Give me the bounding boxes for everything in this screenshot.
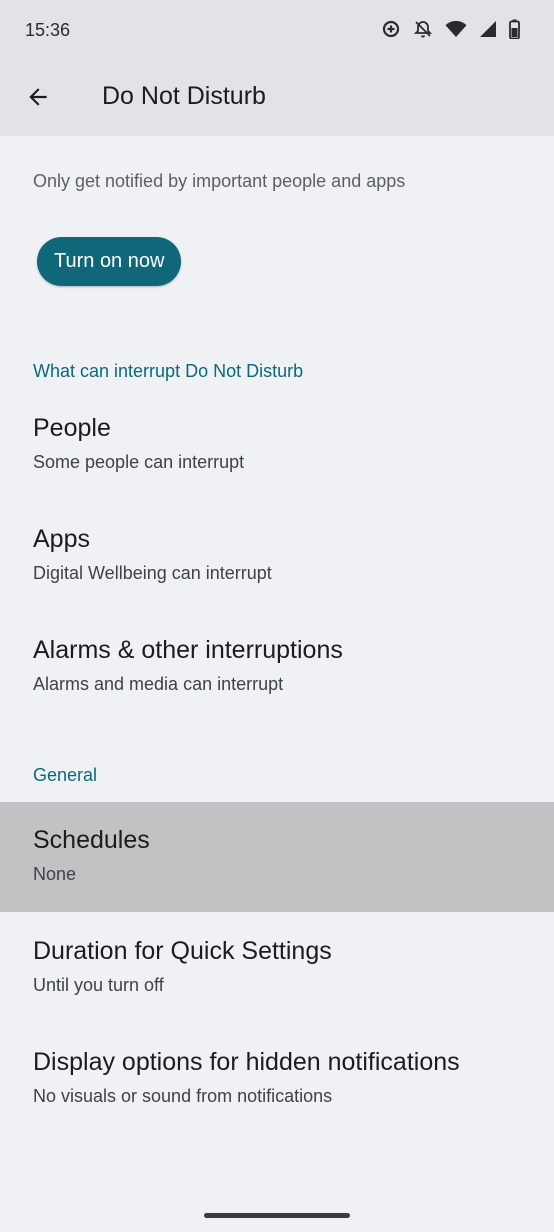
settings-item-alarms[interactable]: Alarms & other interruptions Alarms and …: [0, 612, 554, 722]
item-subtitle: Digital Wellbeing can interrupt: [33, 563, 272, 583]
item-subtitle: Until you turn off: [33, 975, 164, 995]
item-subtitle: Some people can interrupt: [33, 452, 245, 472]
page-title: Do Not Disturb: [102, 82, 266, 110]
item-title: Schedules: [33, 826, 150, 854]
data-saver-icon: [381, 19, 401, 39]
settings-item-apps[interactable]: Apps Digital Wellbeing can interrupt: [0, 501, 554, 611]
wifi-icon: [445, 20, 467, 38]
arrow-back-icon: [25, 84, 51, 115]
settings-item-display-options[interactable]: Display options for hidden notifications…: [0, 1024, 554, 1134]
status-time: 15:36: [25, 20, 71, 40]
section-header-general: General: [33, 765, 98, 785]
item-title: Apps: [33, 525, 90, 553]
item-title: Duration for Quick Settings: [33, 937, 332, 965]
item-subtitle: None: [33, 864, 77, 884]
item-title: Display options for hidden notifications: [33, 1048, 460, 1076]
item-subtitle: No visuals or sound from notifications: [33, 1086, 333, 1106]
settings-item-schedules[interactable]: Schedules None: [0, 802, 554, 912]
status-icons: [381, 19, 520, 39]
settings-item-duration[interactable]: Duration for Quick Settings Until you tu…: [0, 913, 554, 1023]
section-header-interrupt: What can interrupt Do Not Disturb: [33, 361, 304, 381]
settings-item-people[interactable]: People Some people can interrupt: [0, 390, 554, 500]
item-subtitle: Alarms and media can interrupt: [33, 674, 284, 694]
item-title: People: [33, 414, 111, 442]
description-text: Only get notified by important people an…: [33, 171, 406, 191]
back-button[interactable]: [18, 79, 58, 119]
alarm-off-icon: [413, 19, 433, 39]
item-title: Alarms & other interruptions: [33, 636, 343, 664]
battery-icon: [509, 19, 520, 39]
gesture-nav-handle[interactable]: [204, 1213, 350, 1218]
turn-on-now-button[interactable]: Turn on now: [37, 237, 182, 286]
app-bar: Do Not Disturb: [0, 62, 554, 136]
signal-icon: [479, 20, 497, 38]
status-bar: 15:36: [0, 0, 554, 62]
